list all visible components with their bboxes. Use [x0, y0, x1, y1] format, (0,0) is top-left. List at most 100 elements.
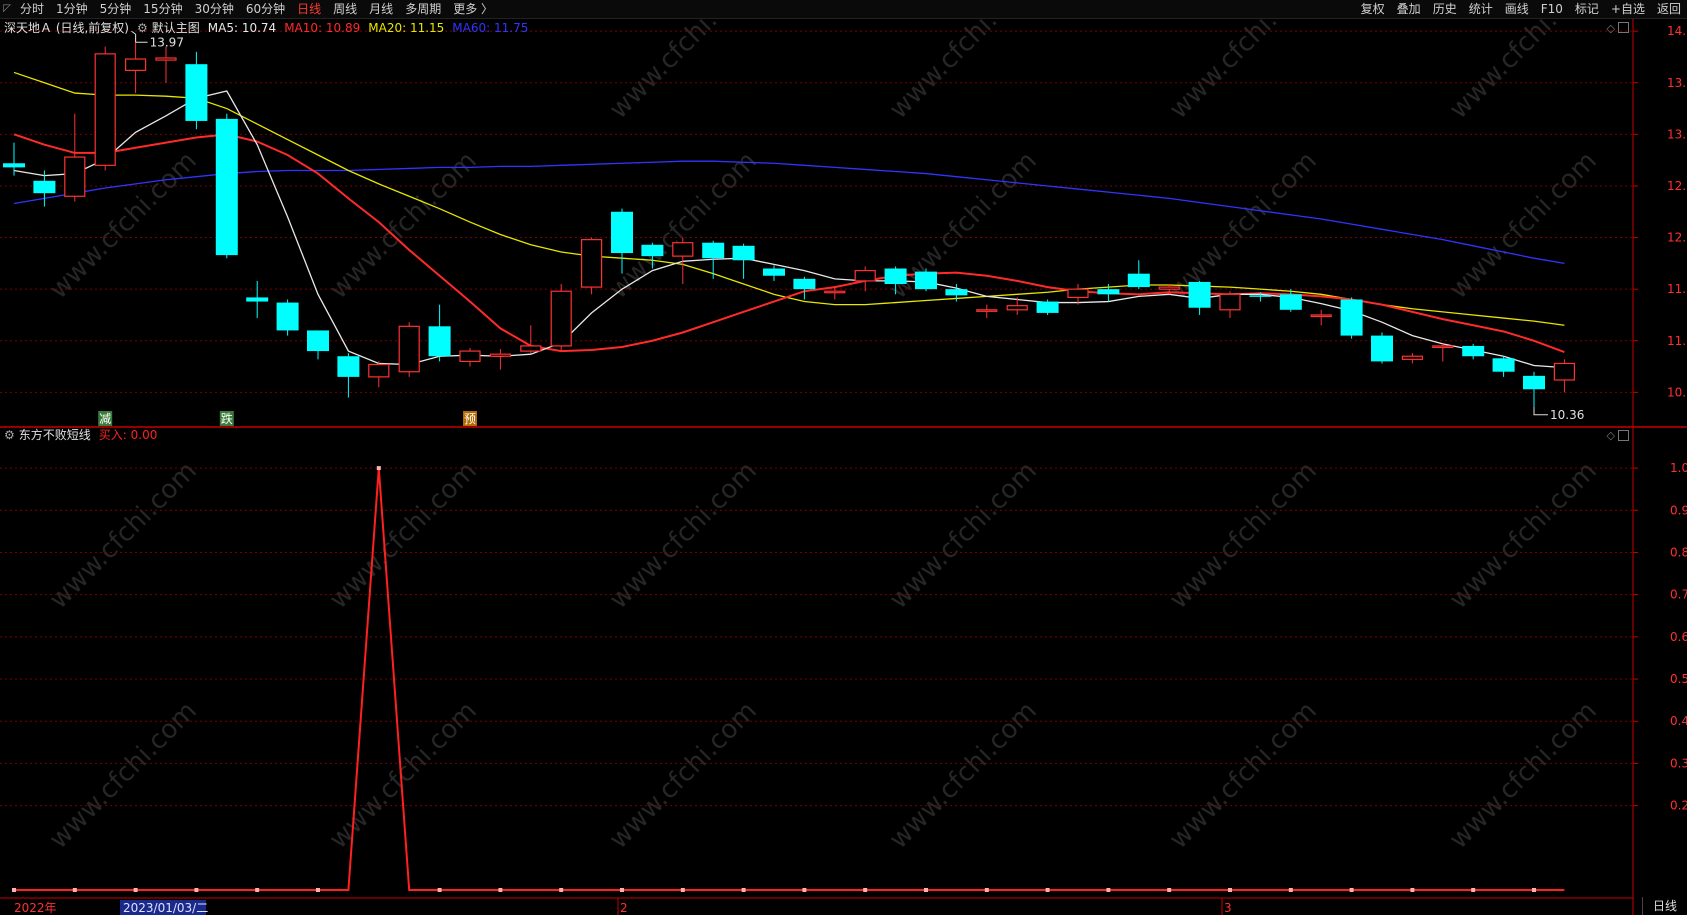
period-tab[interactable]: 日线 — [291, 0, 327, 18]
candle-body-down — [307, 330, 329, 352]
sub-chart-info: ⚙ 东方不败短线 买入: 0.00 — [4, 427, 157, 443]
candle-body-down — [1371, 335, 1393, 362]
period-tab[interactable]: 15分钟 — [137, 0, 188, 18]
buy-signal-point — [72, 888, 77, 892]
indicator-tick-label: 0.60 — [1670, 630, 1687, 644]
candle-body-down — [276, 302, 299, 331]
candle-body-up — [124, 58, 147, 71]
tool-button[interactable]: 历史 — [1427, 0, 1463, 18]
price-tick-label: 12.00 — [1667, 231, 1687, 245]
price-tick-label: 14.00 — [1667, 24, 1687, 38]
candle-body-down — [884, 268, 907, 284]
candle-body-down — [1097, 289, 1120, 295]
tool-button[interactable]: +自选 — [1605, 0, 1651, 18]
ma10-label: MA10: 10.89 — [284, 21, 361, 35]
diamond-icon[interactable]: ◇ — [1607, 429, 1615, 442]
indicator-tick-label: 1.00 — [1670, 461, 1687, 475]
period-tab[interactable]: 60分钟 — [240, 0, 291, 18]
period-tab[interactable]: 30分钟 — [189, 0, 240, 18]
watermark-text: www.cfchi.com — [44, 696, 203, 855]
candle-body-down — [641, 244, 664, 257]
period-tab[interactable]: 多周期 — [399, 0, 447, 18]
tool-buttons: 复权 叠加 历史 统计 画线 F10 标记 +自选 返回 — [1355, 0, 1687, 18]
indicator-title[interactable]: 东方不败短线 — [19, 427, 91, 443]
buy-signal-point — [133, 888, 138, 892]
buy-signal-point — [1167, 888, 1172, 892]
maximize-icon[interactable] — [1618, 22, 1629, 33]
candle-body-down — [1249, 295, 1272, 297]
tool-button[interactable]: F10 — [1535, 0, 1569, 18]
buy-signal-point — [863, 888, 868, 892]
chart-stage[interactable]: www.cfchi.com www.cfchi.com www.cfchi.com w… — [0, 0, 1687, 915]
price-tick-label: 11.00 — [1667, 334, 1687, 348]
maximize-icon[interactable] — [1618, 430, 1629, 441]
period-tab[interactable]: 更多 〉 — [447, 0, 499, 18]
candle-body-down — [246, 297, 269, 302]
gear-icon[interactable]: ⚙ — [4, 427, 15, 443]
buy-signal-point — [680, 888, 685, 892]
period-tab[interactable]: 5分钟 — [94, 0, 138, 18]
period-tab[interactable]: 月线 — [363, 0, 399, 18]
watermark-text: www.cfchi.com — [1164, 456, 1323, 615]
buy-signal-point — [559, 888, 564, 892]
tool-button[interactable]: 复权 — [1355, 0, 1391, 18]
candle-body-down — [3, 163, 25, 168]
candle-body-up — [854, 269, 876, 282]
buy-value-label: 买入: 0.00 — [98, 428, 158, 442]
candle-body-up — [1553, 362, 1576, 381]
diamond-icon[interactable]: ◇ — [1607, 22, 1615, 35]
candle-body-down — [428, 326, 451, 357]
tool-button[interactable]: 标记 — [1569, 0, 1605, 18]
menu-corner-icon[interactable]: ◸ — [0, 2, 14, 16]
candle-body-down — [1036, 301, 1059, 313]
buy-signal-point — [437, 888, 442, 892]
candle-body-down — [915, 271, 937, 290]
candle-body-down — [33, 180, 56, 194]
tool-button[interactable]: 返回 — [1651, 0, 1687, 18]
candle-body-down — [1279, 294, 1302, 310]
price-tick-label: 11.50 — [1667, 282, 1687, 296]
buy-signal-point — [1532, 888, 1536, 892]
buy-signal-point — [1349, 888, 1354, 892]
period-tab[interactable]: 1分钟 — [50, 0, 94, 18]
candle-body-down — [1523, 375, 1545, 390]
candle-body-down — [215, 118, 238, 256]
candle-body-up — [459, 350, 481, 362]
candle-body-up — [155, 57, 177, 61]
candle-body-down — [1492, 358, 1515, 372]
tool-button[interactable]: 统计 — [1463, 0, 1499, 18]
watermark-text: www.cfchi.com — [1444, 456, 1603, 615]
candle-body-up — [368, 363, 390, 378]
stock-title[interactable]: 深天地Ａ (日线,前复权) — [4, 20, 129, 36]
candle-body-up — [489, 353, 511, 357]
gear-icon[interactable]: ⚙ — [137, 20, 148, 36]
indicator-tick-label: 0.20 — [1670, 799, 1687, 813]
candle-body-up — [94, 53, 116, 166]
buy-signal-point — [1288, 888, 1293, 892]
period-button[interactable]: 日线 — [1642, 897, 1687, 915]
buy-signal-point — [741, 888, 746, 892]
indicator-tick-label: 0.90 — [1670, 503, 1687, 517]
price-tick-label: 13.00 — [1667, 127, 1687, 141]
cursor-date-label: 2023/01/03/二 — [123, 901, 208, 915]
signal-marker: 减 — [99, 412, 111, 426]
candle-body-down — [763, 268, 785, 276]
candle-body-up — [824, 290, 846, 294]
ma-line-ma10 — [13, 133, 1565, 354]
buy-signal-point — [376, 466, 381, 471]
template-name[interactable]: 默认主图 — [152, 20, 200, 36]
watermark-text: www.cfchi.com — [44, 456, 203, 615]
candle-body-up — [672, 242, 694, 257]
low-price-label: 10.36 — [1550, 408, 1584, 422]
buy-signal-point — [1045, 888, 1050, 892]
period-tab[interactable]: 分时 — [14, 0, 50, 18]
buy-signal-point — [924, 888, 928, 892]
candle-body-up — [520, 345, 542, 352]
period-tab[interactable]: 周线 — [327, 0, 363, 18]
indicator-tick-label: 0.30 — [1670, 756, 1687, 770]
signal-marker: 跌 — [221, 411, 233, 426]
watermark-text: www.cfchi.com — [1164, 696, 1323, 855]
candle-body-down — [611, 211, 633, 254]
tool-button[interactable]: 叠加 — [1391, 0, 1427, 18]
tool-button[interactable]: 画线 — [1499, 0, 1535, 18]
